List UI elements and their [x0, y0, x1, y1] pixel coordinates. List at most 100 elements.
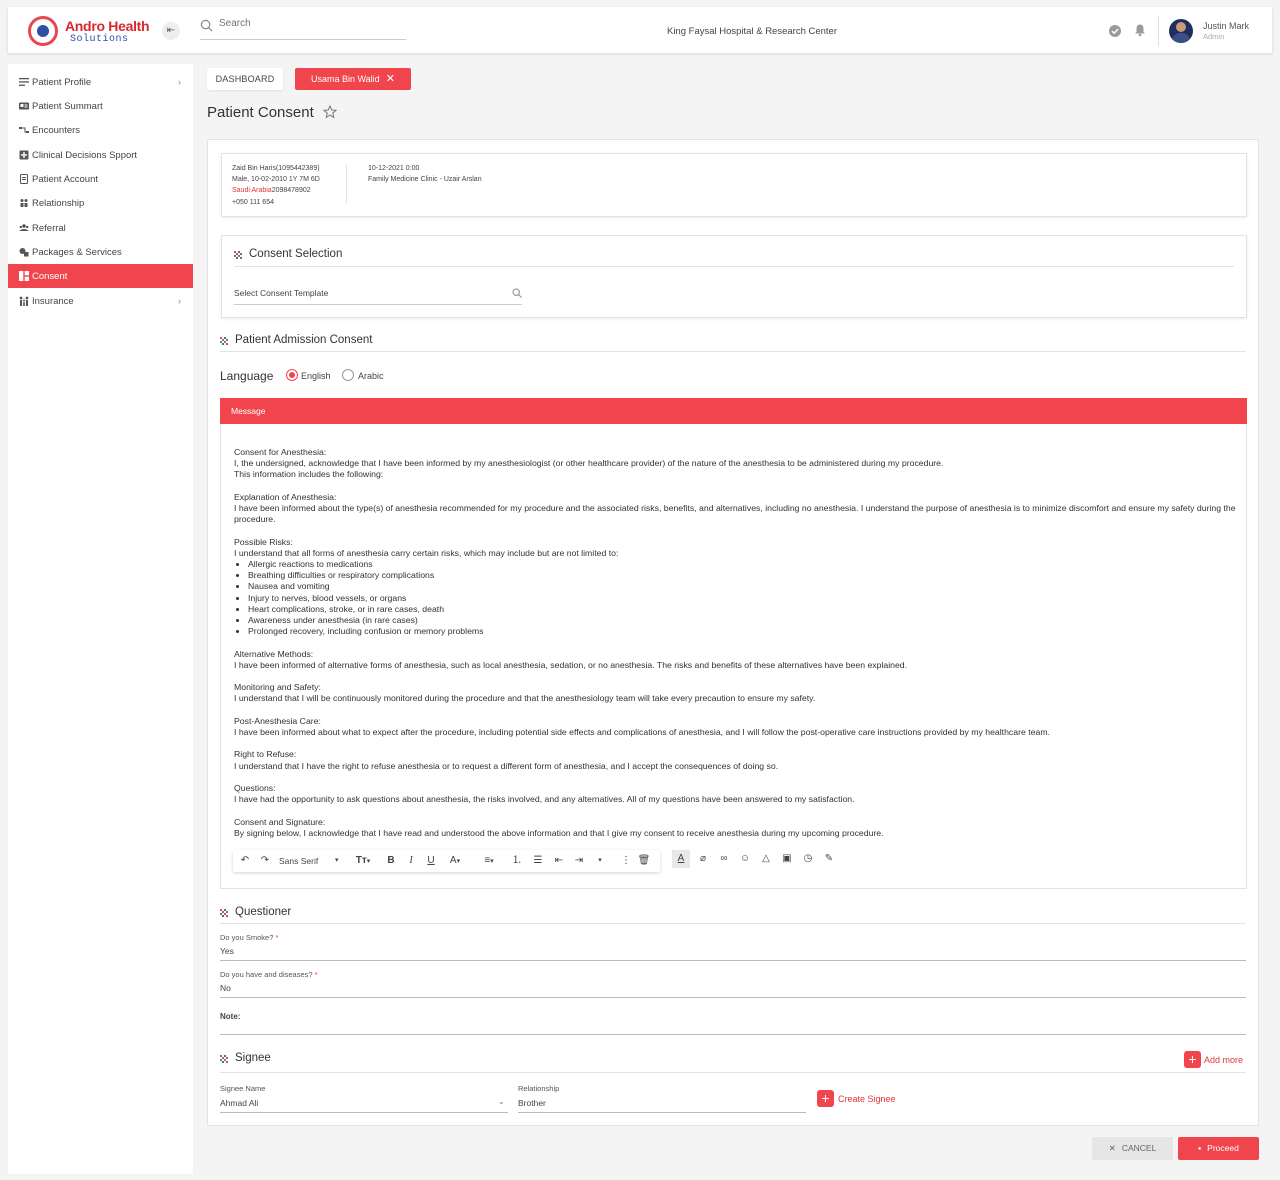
- star-icon[interactable]: [323, 105, 337, 119]
- attachment-icon[interactable]: ⌀: [694, 850, 712, 868]
- message-bullet-list: Allergic reactions to medicationsBreathi…: [248, 559, 1239, 637]
- indent-icon[interactable]: ⇥: [571, 853, 587, 869]
- message-paragraph: Questions: I have had the opportunity to …: [234, 783, 1239, 805]
- sidebar-item-referral[interactable]: Referral: [8, 216, 193, 240]
- sidebar-item-clinical-decisions[interactable]: Clinical Decisions Spport: [8, 143, 193, 167]
- flow-icon: [19, 127, 29, 133]
- add-more-button[interactable]: +: [1184, 1051, 1201, 1068]
- trash-icon[interactable]: 🗑: [637, 853, 651, 869]
- visit-clinic: Family Medicine Clinic - Uzair Arslan: [368, 176, 482, 183]
- highlight-icon[interactable]: A: [672, 850, 690, 868]
- tab-patient-label: Usama Bin Walid: [311, 74, 380, 84]
- relationship-label: Relationship: [518, 1084, 560, 1093]
- sidebar-item-label: Consent: [32, 270, 68, 282]
- avatar[interactable]: [1169, 19, 1193, 43]
- font-select[interactable]: Sans Serif ▾: [279, 853, 341, 869]
- image-icon[interactable]: ▣: [778, 850, 796, 868]
- more-vertical-icon[interactable]: ⋮: [621, 853, 631, 869]
- patient-demographics: Male, 10-02-2010 1Y 7M 6D: [232, 176, 320, 183]
- sidebar-item-label: Patient Account: [32, 173, 99, 185]
- proceed-button[interactable]: ▪ Proceed: [1178, 1137, 1259, 1160]
- underline-icon[interactable]: U: [424, 853, 438, 869]
- sidebar-item-relationship[interactable]: Relationship: [8, 191, 193, 215]
- message-editor[interactable]: Consent for Anesthesia: I, the undersigne…: [220, 424, 1247, 889]
- note-input[interactable]: [220, 1034, 1246, 1035]
- signee-name-select[interactable]: Ahmad Ali: [220, 1098, 258, 1108]
- italic-icon[interactable]: I: [404, 853, 418, 869]
- numbered-list-icon[interactable]: ⒈: [509, 853, 525, 869]
- outdent-icon[interactable]: ⇤: [551, 853, 567, 869]
- link-icon[interactable]: ∞: [715, 850, 733, 868]
- lock-clock-icon[interactable]: ◷: [799, 850, 817, 868]
- message-line: I understand that all forms of anesthesi…: [234, 547, 619, 558]
- message-bullet: Breathing difficulties or respiratory co…: [248, 570, 1239, 581]
- divider: [220, 923, 1246, 924]
- message-line: I understand that I will be continuously…: [234, 693, 816, 704]
- message-section: Consent and Signature: By signing below, …: [234, 817, 1239, 839]
- section-icon: [220, 337, 228, 345]
- chevron-down-icon: ▾: [335, 857, 339, 864]
- message-section: Right to Refuse: I understand that I have…: [234, 749, 1239, 771]
- id-card-icon: [19, 102, 29, 110]
- bullet-list-icon[interactable]: ☰: [530, 853, 546, 869]
- top-header: Andro Health Solutions ⇤ King Faysal Hos…: [8, 7, 1272, 53]
- undo-icon[interactable]: ↶: [237, 853, 253, 869]
- message-paragraph: Possible Risks: I understand that all for…: [234, 537, 1239, 559]
- editor-toolbar: ↶ ↷ Sans Serif ▾ Tт▾ B I U A▾ ≡▾ ⒈ ☰ ⇤ ⇥ …: [233, 850, 660, 872]
- message-bullet: Injury to nerves, blood vessels, or orga…: [248, 593, 1239, 604]
- radio-english-label[interactable]: English: [301, 371, 331, 381]
- close-icon[interactable]: ✕: [386, 68, 395, 90]
- sidebar-item-patient-summary[interactable]: Patient Summart: [8, 94, 193, 118]
- sidebar-item-patient-profile[interactable]: Patient Profile ›: [8, 70, 193, 94]
- create-signee-button[interactable]: +: [817, 1090, 834, 1107]
- sidebar-item-patient-account[interactable]: Patient Account: [8, 167, 193, 191]
- text-color-icon[interactable]: A▾: [444, 853, 466, 869]
- sidebar-item-label: Insurance: [32, 295, 74, 307]
- radio-arabic[interactable]: [342, 369, 354, 381]
- question-label: Do you have and diseases? *: [220, 970, 318, 979]
- section-icon: [220, 1055, 228, 1063]
- message-paragraph: Monitoring and Safety: I understand that …: [234, 682, 1239, 704]
- tab-dashboard[interactable]: DASHBOARD: [207, 68, 283, 90]
- relationship-input[interactable]: Brother: [518, 1098, 546, 1108]
- diseases-answer[interactable]: No: [220, 983, 231, 993]
- consent-template-placeholder: Select Consent Template: [234, 288, 329, 298]
- user-role: Admin: [1203, 32, 1225, 41]
- smoke-answer[interactable]: Yes: [220, 946, 234, 956]
- bold-icon[interactable]: B: [384, 853, 398, 869]
- divider: [220, 351, 1246, 352]
- bell-icon[interactable]: [1133, 23, 1147, 37]
- sidebar-item-insurance[interactable]: Insurance ›: [8, 289, 193, 313]
- sidebar-item-label: Patient Summart: [32, 100, 103, 112]
- user-name[interactable]: Justin Mark: [1203, 21, 1249, 31]
- redo-icon[interactable]: ↷: [257, 853, 273, 869]
- sidebar-item-packages-services[interactable]: Packages & Services: [8, 240, 193, 264]
- dashboard-icon: [19, 271, 29, 281]
- chevron-down-icon[interactable]: ⌄: [498, 1097, 505, 1106]
- sidebar-item-consent[interactable]: Consent: [8, 264, 193, 288]
- input-underline: [220, 997, 1246, 998]
- align-icon[interactable]: ≡▾: [478, 853, 500, 869]
- add-more-label[interactable]: Add more: [1204, 1055, 1243, 1065]
- visit-date: 10-12-2021 0:00: [368, 165, 420, 172]
- pen-icon[interactable]: ✎: [820, 850, 838, 868]
- radio-english[interactable]: [286, 369, 298, 381]
- patient-country-code: 2098478902: [271, 187, 311, 194]
- verified-icon[interactable]: [1108, 24, 1122, 38]
- message-line: I have been informed about the type(s) o…: [234, 503, 1236, 525]
- note-label: Note:: [220, 1012, 241, 1021]
- drive-icon[interactable]: △: [757, 850, 775, 868]
- emoji-icon[interactable]: ☺: [736, 850, 754, 868]
- message-text[interactable]: Consent for Anesthesia: I, the undersigne…: [234, 447, 1239, 850]
- cancel-button[interactable]: ✕ CANCEL: [1092, 1137, 1173, 1160]
- more-dropdown-icon[interactable]: ▾: [593, 853, 607, 869]
- create-signee-label[interactable]: Create Signee: [838, 1094, 896, 1104]
- radio-arabic-label[interactable]: Arabic: [358, 371, 384, 381]
- patient-info-box: Zaid Bin Haris(1095442389) Male, 10-02-2…: [221, 153, 1247, 217]
- message-header: Message: [220, 398, 1247, 424]
- hospital-name: King Faysal Hospital & Research Center: [666, 26, 838, 37]
- font-size-icon[interactable]: Tт▾: [351, 853, 375, 869]
- consent-template-select[interactable]: Select Consent Template: [234, 285, 522, 305]
- sidebar-item-encounters[interactable]: Encounters: [8, 118, 193, 142]
- tab-patient[interactable]: Usama Bin Walid ✕: [295, 68, 411, 90]
